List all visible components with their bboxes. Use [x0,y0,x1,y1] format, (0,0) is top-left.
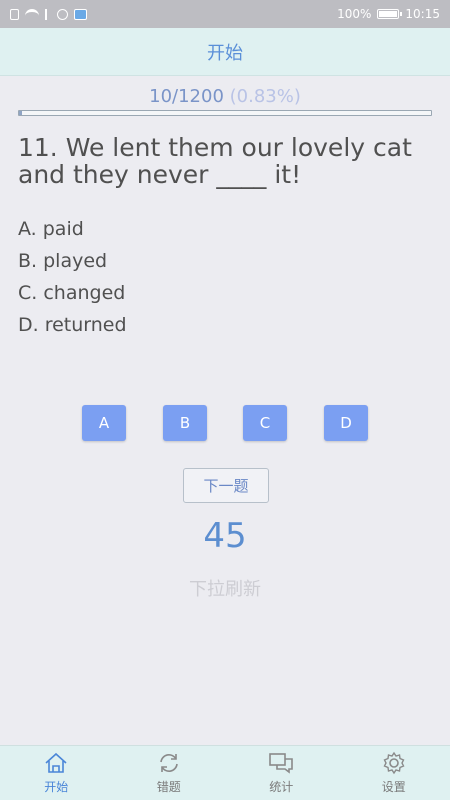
app-icon [74,8,87,20]
progress-percent: (0.83%) [229,86,301,107]
answer-d-button[interactable]: D [324,405,368,441]
pull-to-refresh-hint: 下拉刷新 [189,579,261,600]
next-question-button[interactable]: 下一题 [183,468,269,503]
answer-c-button[interactable]: C [243,405,287,441]
countdown-timer: 45 [203,516,247,556]
tab-label: 设置 [381,780,406,794]
option-b: B. played [18,250,108,272]
tab-stats[interactable]: 统计 [225,746,338,800]
progress-bar [18,110,432,116]
option-c: C. changed [18,282,126,304]
status-icons-right: 100% 10:15 [337,7,440,21]
status-icons-left [10,8,87,20]
globe-icon [57,8,68,20]
option-a: A. paid [18,218,84,240]
progress-text: 10/1200 (0.83%) [0,86,450,107]
answer-buttons: A B C D [0,405,450,441]
bottom-tab-bar: 开始 错题 统计 设置 [0,745,450,800]
progress-count: 10/1200 [149,86,224,107]
tab-start[interactable]: 开始 [0,746,113,800]
usb-icon [45,8,51,20]
progress-bar-fill [19,111,23,115]
answer-b-button[interactable]: B [163,405,207,441]
tab-mistakes[interactable]: 错题 [113,746,226,800]
tab-label: 开始 [44,780,69,794]
option-d: D. returned [18,314,127,336]
title-bar: 开始 [0,28,450,76]
option-list: A. paid B. played C. changed D. returned [18,216,127,344]
chat-icon [269,753,294,774]
page-title: 开始 [207,42,243,64]
answer-a-button[interactable]: A [82,405,126,441]
status-time: 10:15 [405,7,440,21]
sim-icon [10,8,19,20]
battery-percent: 100% [337,7,372,21]
question-text: 11. We lent them our lovely cat and they… [18,133,412,189]
home-icon [45,752,67,773]
tab-label: 错题 [156,780,181,794]
refresh-icon [159,754,178,772]
tab-label: 统计 [269,780,294,794]
tab-settings[interactable]: 设置 [338,746,450,800]
battery-icon [377,9,403,19]
wifi-icon [25,9,39,19]
status-bar: 100% 10:15 [0,0,450,28]
gear-icon [383,751,405,775]
